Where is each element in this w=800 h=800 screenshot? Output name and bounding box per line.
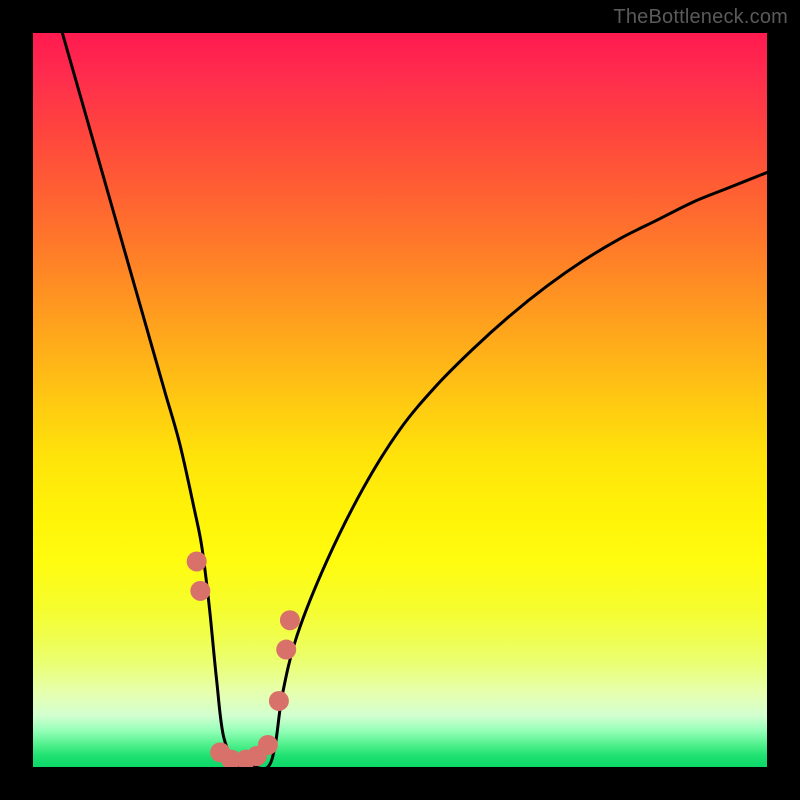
plot-area [33, 33, 767, 767]
curve-marker [187, 551, 207, 571]
bottleneck-curve [62, 33, 767, 767]
curve-marker [258, 735, 278, 755]
chart-frame: TheBottleneck.com [0, 0, 800, 800]
curve-marker [276, 640, 296, 660]
curve-layer [33, 33, 767, 767]
curve-markers [187, 551, 300, 767]
curve-marker [280, 610, 300, 630]
watermark-text: TheBottleneck.com [613, 6, 788, 29]
curve-marker [269, 691, 289, 711]
curve-marker [190, 581, 210, 601]
